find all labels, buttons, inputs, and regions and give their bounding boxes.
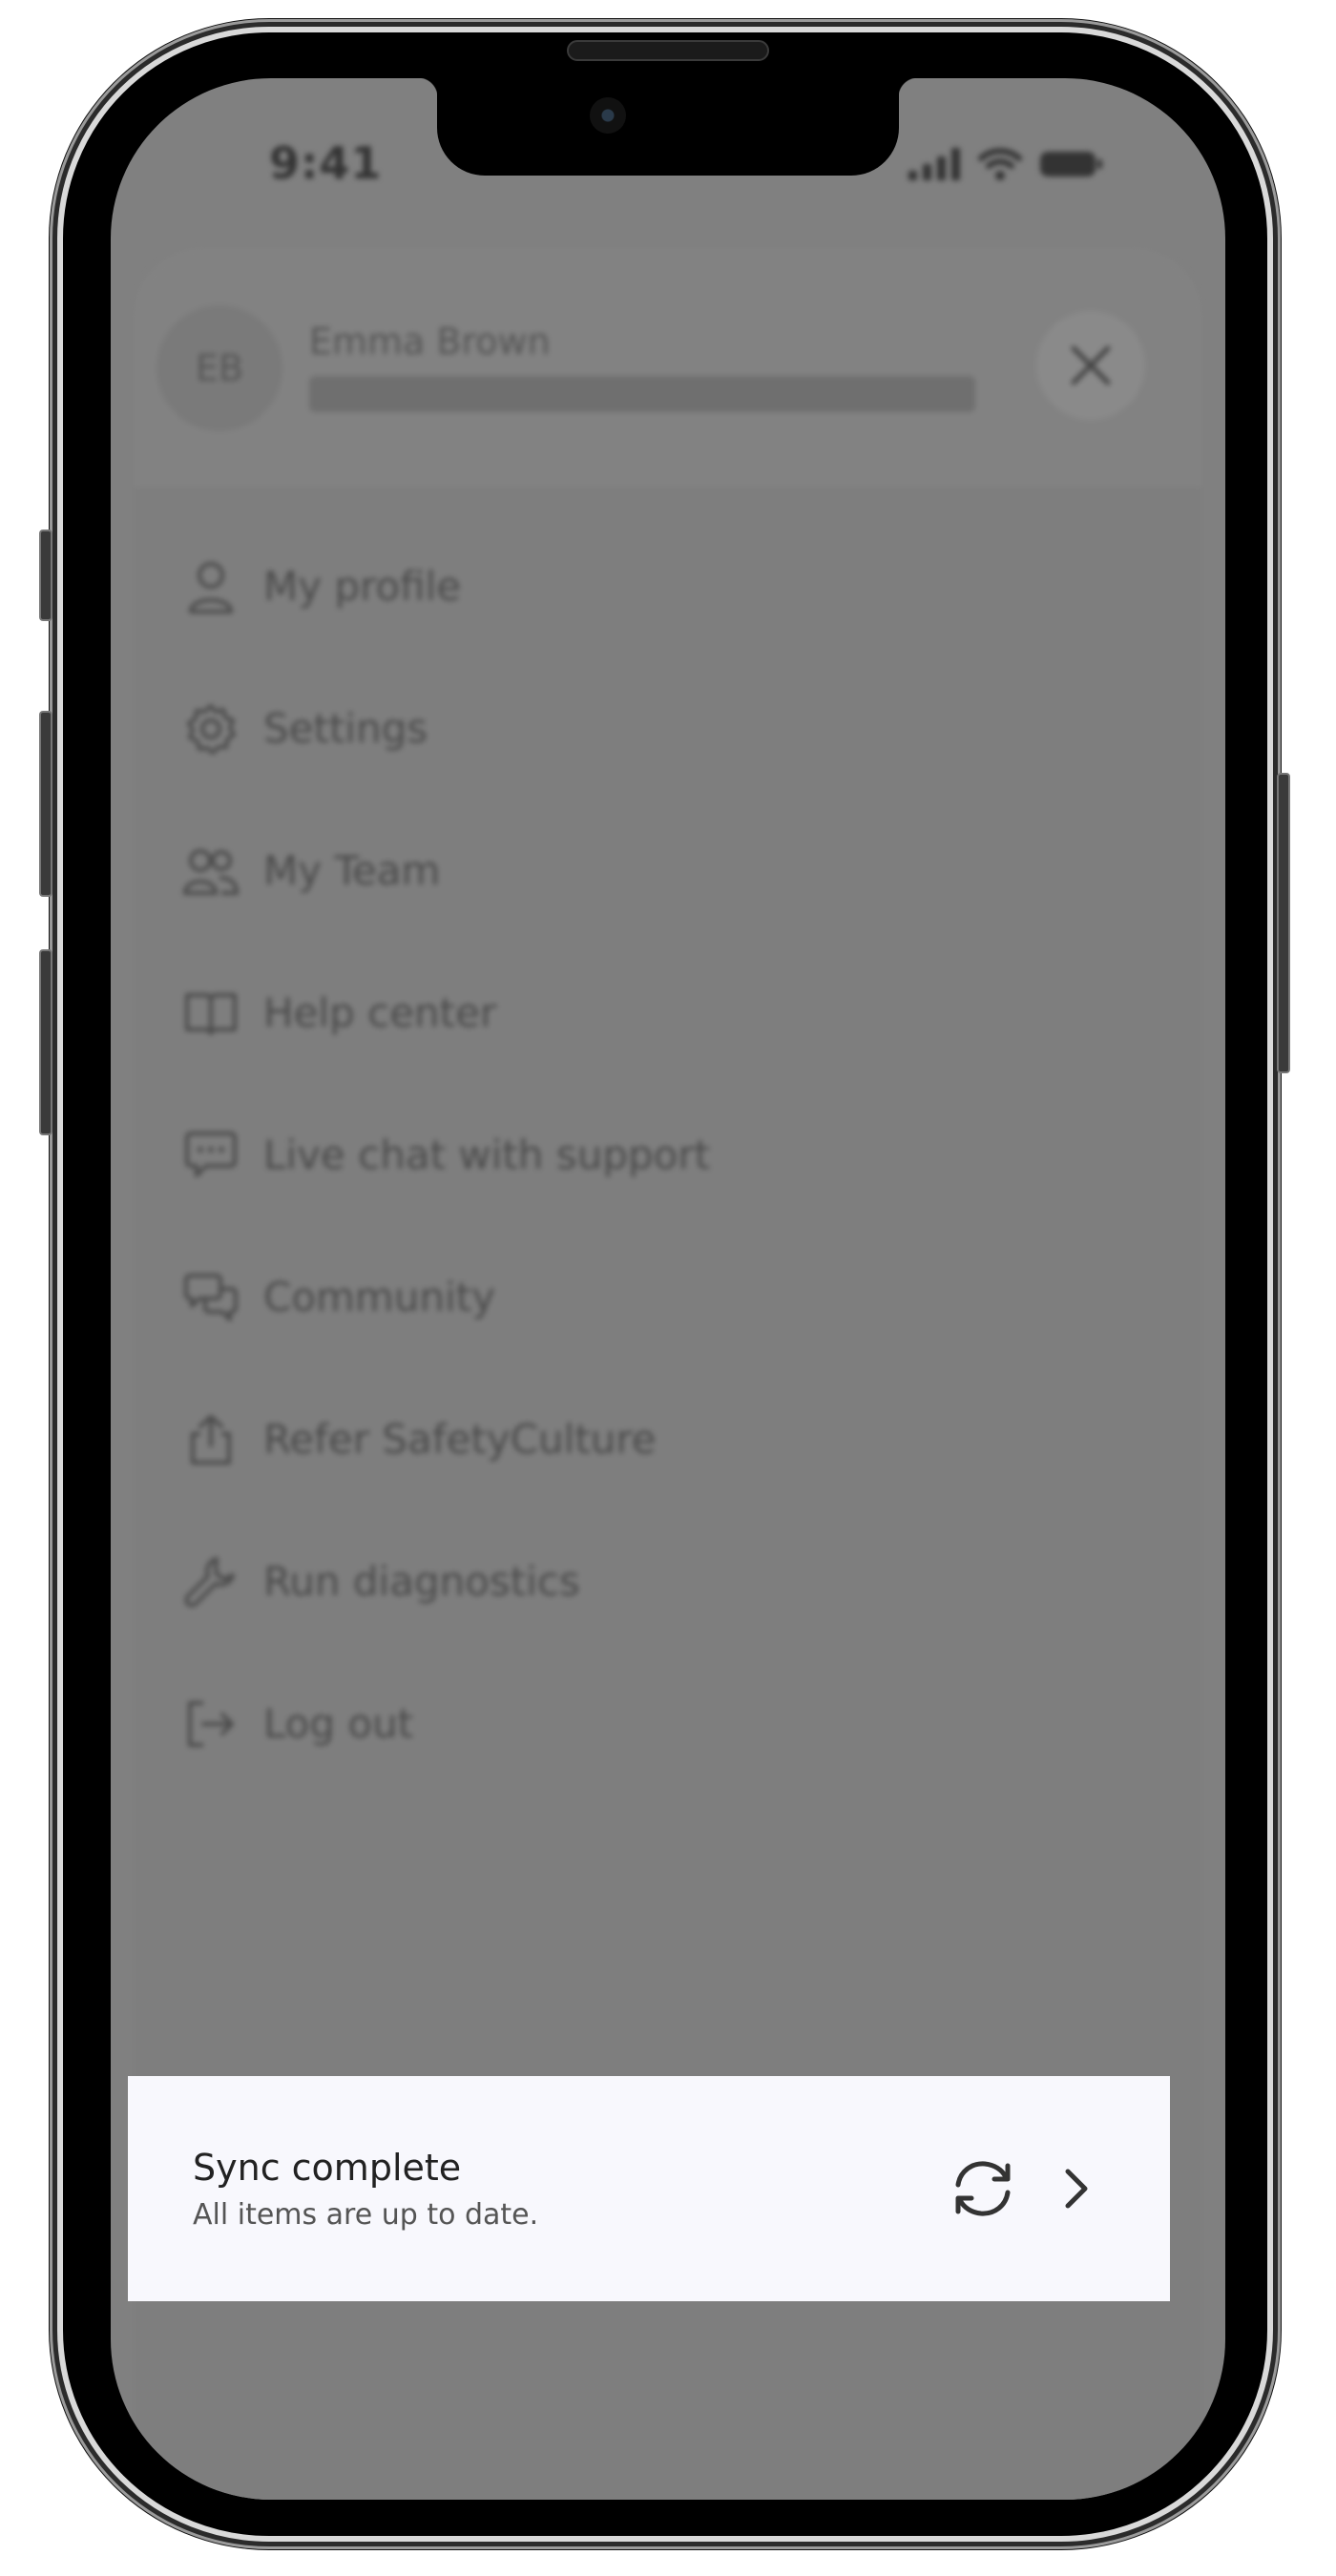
menu-item-label: Settings — [263, 705, 428, 752]
menu-item-live-chat[interactable]: Live chat with support — [183, 1084, 1138, 1226]
volume-up-button — [39, 711, 52, 897]
menu-item-settings[interactable]: Settings — [183, 657, 1138, 800]
menu-item-label: Live chat with support — [263, 1132, 711, 1178]
menu-item-run-diagnostics[interactable]: Run diagnostics — [183, 1510, 1138, 1652]
menu-item-label: My profile — [263, 563, 462, 610]
menu-item-label: Run diagnostics — [263, 1558, 580, 1605]
team-icon — [183, 843, 239, 899]
sync-complete-banner[interactable]: Sync complete All items are up to date. — [128, 2076, 1170, 2301]
logout-icon — [183, 1696, 239, 1752]
signal-icon — [908, 148, 960, 180]
battery-icon — [1040, 152, 1102, 177]
status-time: 9:41 — [269, 137, 383, 189]
close-icon — [1071, 345, 1111, 385]
silent-switch — [39, 530, 52, 621]
share-icon — [183, 1412, 239, 1467]
volume-down-button — [39, 949, 52, 1135]
menu-item-label: Community — [263, 1274, 496, 1320]
user-icon — [183, 559, 239, 614]
chevron-right-icon — [1065, 2169, 1088, 2209]
user-name: Emma Brown — [309, 321, 551, 363]
gear-icon — [183, 701, 239, 757]
close-button[interactable] — [1036, 311, 1145, 420]
menu-item-label: My Team — [263, 847, 441, 894]
wifi-icon — [978, 148, 1022, 180]
front-camera — [590, 97, 626, 134]
chat-icon — [183, 1128, 239, 1183]
sync-button[interactable] — [949, 2154, 1017, 2223]
side-menu: My profile Settings My Team Help center — [183, 515, 1138, 1795]
sync-text: Sync complete All items are up to date. — [193, 2147, 949, 2232]
menu-item-label: Log out — [263, 1700, 414, 1747]
menu-item-my-profile[interactable]: My profile — [183, 515, 1138, 657]
status-icons — [908, 145, 1105, 183]
book-icon — [183, 986, 239, 1041]
menu-item-log-out[interactable]: Log out — [183, 1652, 1138, 1795]
menu-item-label: Help center — [263, 989, 497, 1036]
avatar[interactable]: EB — [157, 305, 282, 431]
menu-item-community[interactable]: Community — [183, 1226, 1138, 1368]
sync-subtitle: All items are up to date. — [193, 2197, 539, 2232]
menu-item-my-team[interactable]: My Team — [183, 800, 1138, 942]
chevron-right-button[interactable] — [1055, 2160, 1097, 2217]
sync-icon — [955, 2161, 1011, 2216]
menu-item-refer[interactable]: Refer SafetyCulture — [183, 1368, 1138, 1510]
earpiece-speaker — [567, 40, 769, 61]
power-button — [1277, 773, 1290, 1073]
user-email-placeholder — [309, 376, 975, 412]
menu-item-label: Refer SafetyCulture — [263, 1416, 657, 1463]
wrench-icon — [183, 1554, 239, 1610]
notch — [418, 78, 918, 176]
menu-item-help-center[interactable]: Help center — [183, 942, 1138, 1084]
sync-title: Sync complete — [193, 2146, 462, 2189]
community-icon — [183, 1270, 239, 1325]
